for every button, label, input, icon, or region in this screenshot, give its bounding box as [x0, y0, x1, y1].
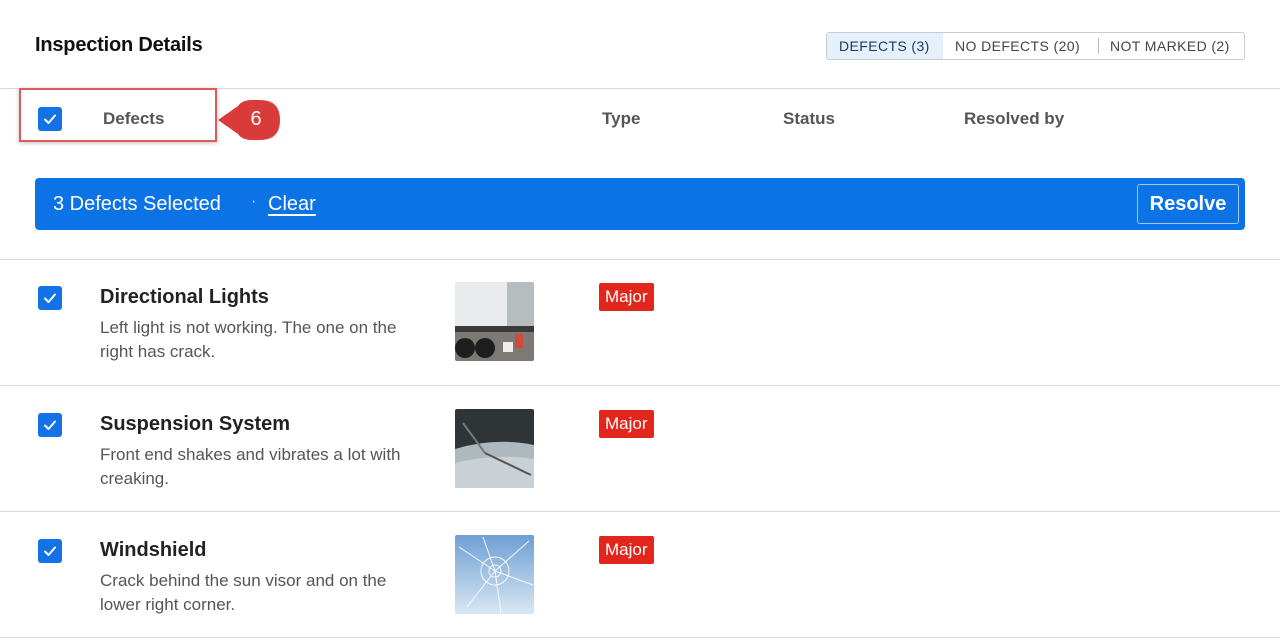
bulk-action-bar: 3 Defects Selected · Clear Resolve [35, 178, 1245, 230]
highlight-box [19, 88, 217, 142]
checkmark-icon [44, 546, 56, 556]
column-header-resolved-by: Resolved by [964, 109, 1065, 128]
page-title: Inspection Details [35, 34, 203, 56]
row-divider [0, 637, 1280, 638]
tab-no-defects[interactable]: NO DEFECTS (20) [943, 33, 1098, 59]
truck-photo-icon [455, 282, 534, 361]
table-row: Suspension System Front end shakes and v… [0, 386, 1280, 512]
filter-tabs: DEFECTS (3) NO DEFECTS (20) NOT MARKED (… [826, 32, 1245, 60]
defect-thumbnail[interactable] [455, 535, 534, 614]
column-header-type: Type [602, 109, 641, 128]
type-badge: Major [599, 410, 654, 438]
defect-description: Crack behind the sun visor and on the lo… [100, 571, 387, 614]
row-checkbox[interactable] [38, 286, 62, 310]
clear-link[interactable]: Clear [268, 193, 316, 216]
defect-description: Front end shakes and vibrates a lot with… [100, 445, 401, 488]
resolve-button[interactable]: Resolve [1137, 184, 1239, 224]
type-badge: Major [599, 536, 654, 564]
checkmark-icon [44, 293, 56, 303]
table-row: Directional Lights Left light is not wor… [0, 259, 1280, 385]
row-checkbox[interactable] [38, 413, 62, 437]
separator-dot: · [251, 193, 257, 210]
selected-count: 3 Defects Selected [53, 193, 221, 215]
car-photo-icon [455, 409, 534, 488]
tab-not-marked[interactable]: NOT MARKED (2) [1098, 33, 1244, 59]
checkmark-icon [44, 420, 56, 430]
tab-defects[interactable]: DEFECTS (3) [827, 33, 943, 59]
table-row: Windshield Crack behind the sun visor an… [0, 512, 1280, 638]
defect-title: Windshield [100, 539, 207, 561]
row-checkbox[interactable] [38, 539, 62, 563]
cracked-windshield-photo-icon [455, 535, 534, 614]
defect-description: Left light is not working. The one on th… [100, 318, 397, 361]
column-header-status: Status [783, 109, 835, 128]
step-callout: 6 [218, 100, 280, 140]
type-badge: Major [599, 283, 654, 311]
defect-title: Directional Lights [100, 286, 269, 308]
defect-thumbnail[interactable] [455, 409, 534, 488]
callout-number: 6 [250, 108, 262, 130]
defect-thumbnail[interactable] [455, 282, 534, 361]
defect-title: Suspension System [100, 413, 291, 435]
